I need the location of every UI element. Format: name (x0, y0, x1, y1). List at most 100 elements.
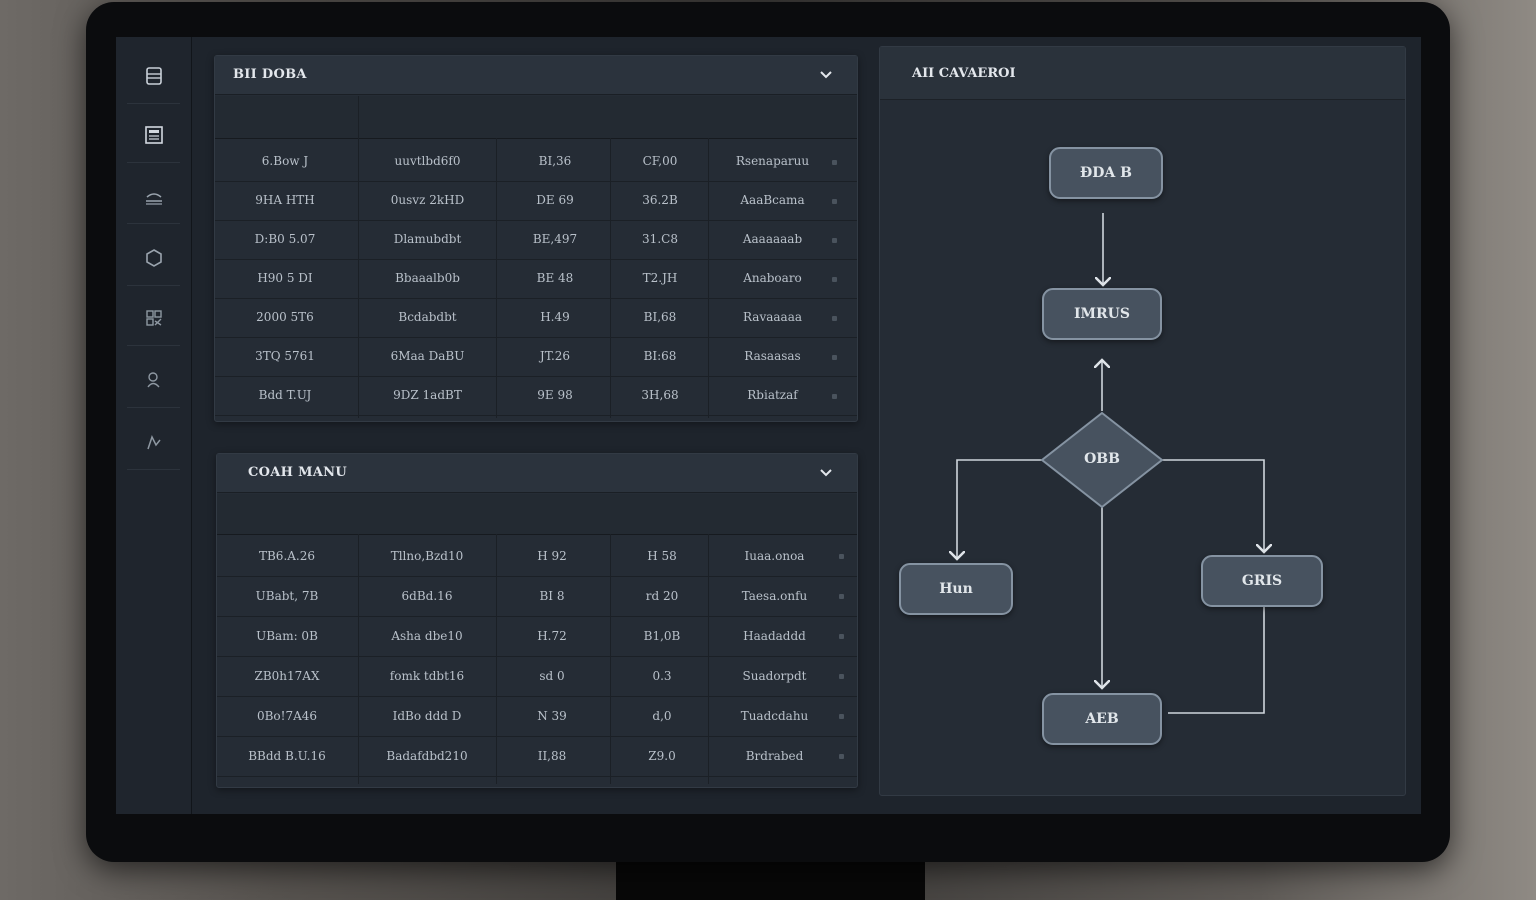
panel-header: COAH MANU (217, 454, 857, 493)
table-cell: 6Maa DaBU (390, 349, 465, 363)
table-row[interactable]: ZB0h17AX fomk tdbt16 sd 0 0.3 Suadorpdt (217, 656, 857, 697)
table-row[interactable]: UBabt, 7B 6dBd.16 BI 8 rd 20 Taesa.onfu (217, 576, 857, 617)
row-indicator-icon (839, 594, 844, 599)
connector-decision-to-left (957, 459, 1042, 559)
table-cell: Ravaaaaa (742, 310, 802, 324)
table-cell: T2.JH (642, 271, 678, 285)
table-cell: H.72 (537, 629, 567, 643)
table-cell: 9HA HTH (255, 193, 315, 207)
table-cell: BE 48 (536, 271, 574, 285)
table-row[interactable]: H90 5 DI Bbaaalb0b BE 48 T2.JH Anaboaro (215, 259, 857, 299)
chevron-down-icon[interactable] (819, 468, 833, 478)
table-cell: Asha dbe10 (391, 629, 463, 643)
table-cell: Rbiatzaf (747, 388, 798, 402)
table-cell: fomk tdbt16 (389, 669, 465, 683)
row-indicator-icon (839, 634, 844, 639)
sidebar-item-settings[interactable] (127, 231, 180, 286)
row-indicator-icon (832, 355, 837, 360)
flow-node-right[interactable]: GRIS (1201, 555, 1323, 607)
table-cell: Taesa.onfu (741, 589, 808, 603)
row-indicator-icon (839, 554, 844, 559)
flow-node-second[interactable]: IMRUS (1042, 288, 1162, 340)
table-cell: Suadorpdt (742, 669, 807, 683)
table-cell: IdBo ddd D (392, 709, 462, 723)
table-cell: BBdd B.U.16 (248, 749, 326, 763)
table-cell: BI,68 (643, 310, 677, 324)
sidebar-item-database[interactable] (127, 49, 180, 104)
network-icon (145, 310, 162, 326)
table-cell: Tllno,Bzd10 (390, 549, 464, 563)
panel-header: BII DOBA (215, 56, 857, 95)
table-row[interactable]: 9HA HTH 0usvz 2kHD DE 69 36.2B AaaBcama (215, 181, 857, 221)
table-cell: Anaboaro (743, 271, 802, 285)
table-cell: 6dBd.16 (401, 589, 453, 603)
flow-node-bottom[interactable]: AEB (1042, 693, 1162, 745)
sidebar-item-chart[interactable] (127, 415, 180, 470)
row-indicator-icon (839, 714, 844, 719)
flow-node-top[interactable]: ĐDA B (1049, 147, 1163, 199)
table-cell: Bbaaalb0b (395, 271, 460, 285)
table-cell: 3TQ 5761 (255, 349, 315, 363)
table-cell: 0Bo!7A46 (256, 709, 318, 723)
table-header (215, 96, 857, 139)
table-cell: Z9.0 (648, 749, 676, 763)
sidebar-item-network[interactable] (127, 291, 180, 346)
table-cell: Rsenaparuu (735, 154, 810, 168)
table-cell: 3H,68 (641, 388, 679, 402)
user-icon (146, 372, 160, 388)
table-cell: H.49 (540, 310, 570, 324)
table-cell: H 58 (647, 549, 677, 563)
sidebar-item-user[interactable] (127, 353, 180, 408)
table-cell: B1,0B (643, 629, 681, 643)
table-cell: UBam: 0B (256, 629, 318, 643)
table-cell: CF,00 (642, 154, 678, 168)
table-cell: ZB0h17AX (254, 669, 320, 683)
row-indicator-icon (832, 199, 837, 204)
table-row[interactable]: BBdd B.U.16 Badafdbd210 II,88 Z9.0 Brdrabed (217, 736, 857, 777)
table-row[interactable]: 0Bo!7A46 IdBo ddd D N 39 d,0 Tuadcdahu (217, 696, 857, 737)
table-row[interactable]: Bdd T.UJ 9DZ 1adBT 9E 98 3H,68 Rbiatzaf (215, 376, 857, 416)
table-cell: Dlamubdbt (393, 232, 462, 246)
panel-title: COAH MANU (248, 465, 347, 480)
table-cell: Brdrabed (745, 749, 804, 763)
sidebar-item-document[interactable] (127, 108, 180, 163)
row-indicator-icon (832, 238, 837, 243)
table-row[interactable]: 3TQ 5761 6Maa DaBU JT.26 BI:68 Rasaasas (215, 337, 857, 377)
table-cell: Iuaa.onoa (744, 549, 805, 563)
table-cell: d,0 (652, 709, 672, 723)
table-row[interactable]: D:B0 5.07 Dlamubdbt BE,497 31.C8 Aaaaaaab (215, 220, 857, 260)
decision-label: OBB (1084, 451, 1120, 467)
document-icon (144, 126, 163, 144)
chevron-down-icon[interactable] (819, 70, 833, 80)
sidebar-item-layers[interactable] (127, 169, 180, 224)
sidebar (116, 37, 192, 814)
table-cell: II,88 (537, 749, 567, 763)
connector-decision-to-right (1162, 459, 1264, 552)
table-row[interactable]: UBam: 0B Asha dbe10 H.72 B1,0B Haadaddd (217, 616, 857, 657)
table-cell: N 39 (537, 709, 567, 723)
table-cell: Bdd T.UJ (258, 388, 312, 402)
table-row[interactable]: TB6.A.26 Tllno,Bzd10 H 92 H 58 Iuaa.onoa (217, 536, 857, 577)
table-cell: 0.3 (652, 669, 672, 683)
database-icon (145, 67, 162, 85)
table-cell: 9E 98 (537, 388, 573, 402)
table-cell: TB6.A.26 (258, 549, 316, 563)
table-cell: 6.Bow J (261, 154, 309, 168)
row-indicator-icon (832, 394, 837, 399)
table-row[interactable]: 6.Bow J uuvtlbd6f0 BI,36 CF,00 Rsenaparuu (215, 142, 857, 182)
table-header (217, 494, 857, 535)
table-panel-2: COAH MANU TB6.A.26 Tllno,Bzd10 H 92 H 58 Iua… (216, 453, 858, 788)
screen: BII DOBA 6.Bow J uuvtlbd6f0 BI,36 CF,00 Rsen… (116, 37, 1421, 814)
table-row[interactable]: 2000 5T6 Bcdabdbt H.49 BI,68 Ravaaaaa (215, 298, 857, 338)
table-cell: 2000 5T6 (256, 310, 314, 324)
table-cell: JT.26 (539, 349, 571, 363)
table-cell: BI:68 (643, 349, 677, 363)
connector-right-to-bottom (1168, 607, 1265, 714)
flow-node-left[interactable]: Hun (899, 563, 1013, 615)
monitor-stand (616, 862, 925, 900)
row-indicator-icon (832, 277, 837, 282)
table-cell: 9DZ 1adBT (393, 388, 462, 402)
table-cell: Aaaaaaab (742, 232, 803, 246)
flowchart-panel: AII CAVAEROI ĐDA B IMRUS OBB Hun GRIS AE… (879, 46, 1406, 796)
row-indicator-icon (839, 754, 844, 759)
